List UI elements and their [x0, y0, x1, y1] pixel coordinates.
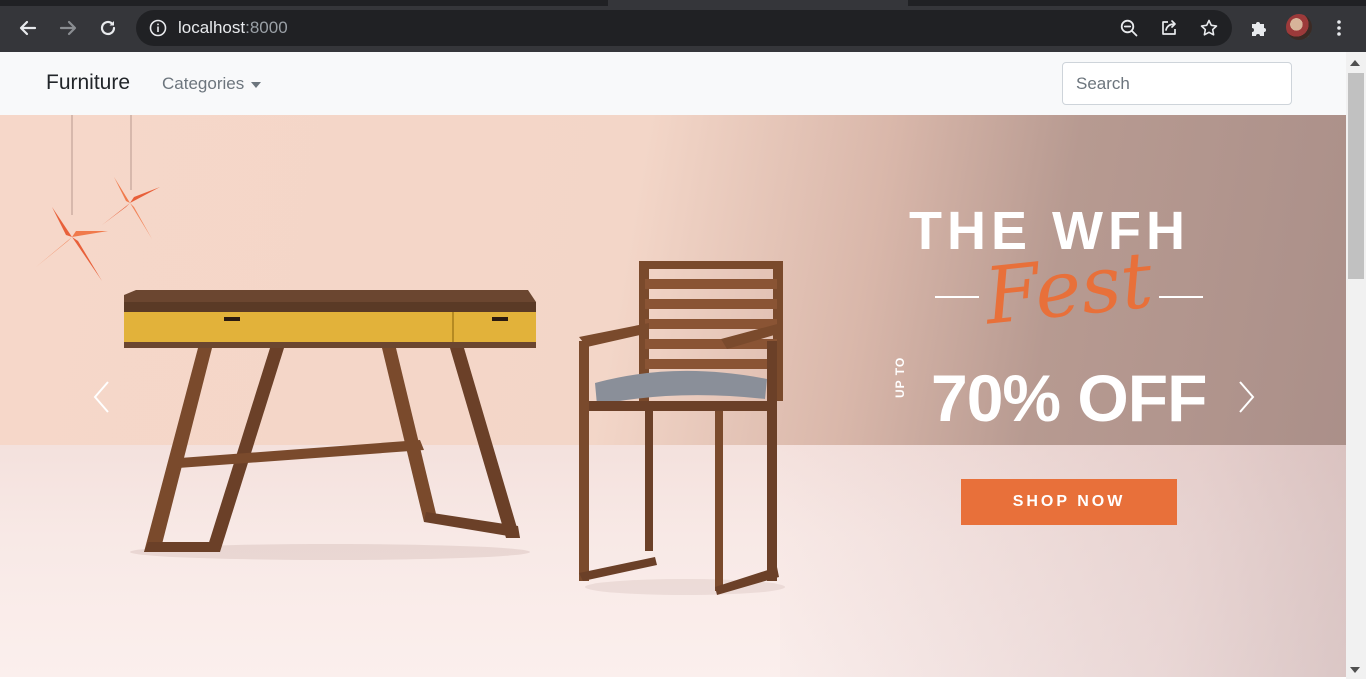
- address-bar[interactable]: [136, 10, 1232, 46]
- chair-image: [579, 261, 785, 595]
- url-text[interactable]: localhost:8000: [178, 18, 288, 38]
- scroll-up-icon[interactable]: [1350, 60, 1360, 66]
- search-input[interactable]: [1062, 62, 1292, 105]
- extensions-icon[interactable]: [1247, 16, 1271, 40]
- page-content: Furniture Categories Search THE WFH Fest…: [0, 52, 1346, 679]
- shop-now-button[interactable]: SHOP NOW: [961, 479, 1177, 525]
- site-navbar: Furniture Categories: [0, 52, 1346, 115]
- hero-carousel: THE WFH Fest UP TO 70% OFF SHOP NOW: [0, 115, 1346, 677]
- share-icon[interactable]: [1157, 16, 1181, 40]
- profile-avatar[interactable]: [1286, 14, 1312, 40]
- reload-icon[interactable]: [92, 12, 124, 44]
- zoom-out-icon[interactable]: [1117, 16, 1141, 40]
- star-icon[interactable]: [1197, 16, 1221, 40]
- discount-text: 70% OFF: [931, 361, 1207, 435]
- tab-strip: [908, 0, 1366, 6]
- hero-script-title: Fest: [980, 235, 1157, 343]
- brand-link[interactable]: Furniture: [46, 71, 130, 95]
- forward-arrow-icon[interactable]: [52, 12, 84, 44]
- scroll-down-icon[interactable]: [1350, 667, 1360, 673]
- info-icon[interactable]: [148, 18, 168, 38]
- back-arrow-icon[interactable]: [12, 12, 44, 44]
- menu-dots-icon[interactable]: [1327, 16, 1351, 40]
- categories-label: Categories: [162, 74, 245, 93]
- up-to-label: UP TO: [893, 356, 907, 398]
- divider: [1159, 296, 1203, 298]
- caret-down-icon: [251, 81, 262, 88]
- browser-toolbar: localhost:8000: [0, 0, 1366, 52]
- url-host: localhost: [178, 18, 246, 37]
- url-port: :8000: [245, 18, 288, 37]
- desk-image: [124, 290, 536, 560]
- scroll-thumb[interactable]: [1348, 73, 1364, 279]
- carousel-prev-icon[interactable]: [92, 380, 112, 414]
- categories-dropdown[interactable]: Categories: [162, 74, 262, 94]
- hero-promo: THE WFH Fest UP TO 70% OFF SHOP NOW: [893, 200, 1245, 540]
- tab-strip: [0, 0, 608, 6]
- divider: [935, 296, 979, 298]
- pinwheel-decoration: [36, 115, 160, 281]
